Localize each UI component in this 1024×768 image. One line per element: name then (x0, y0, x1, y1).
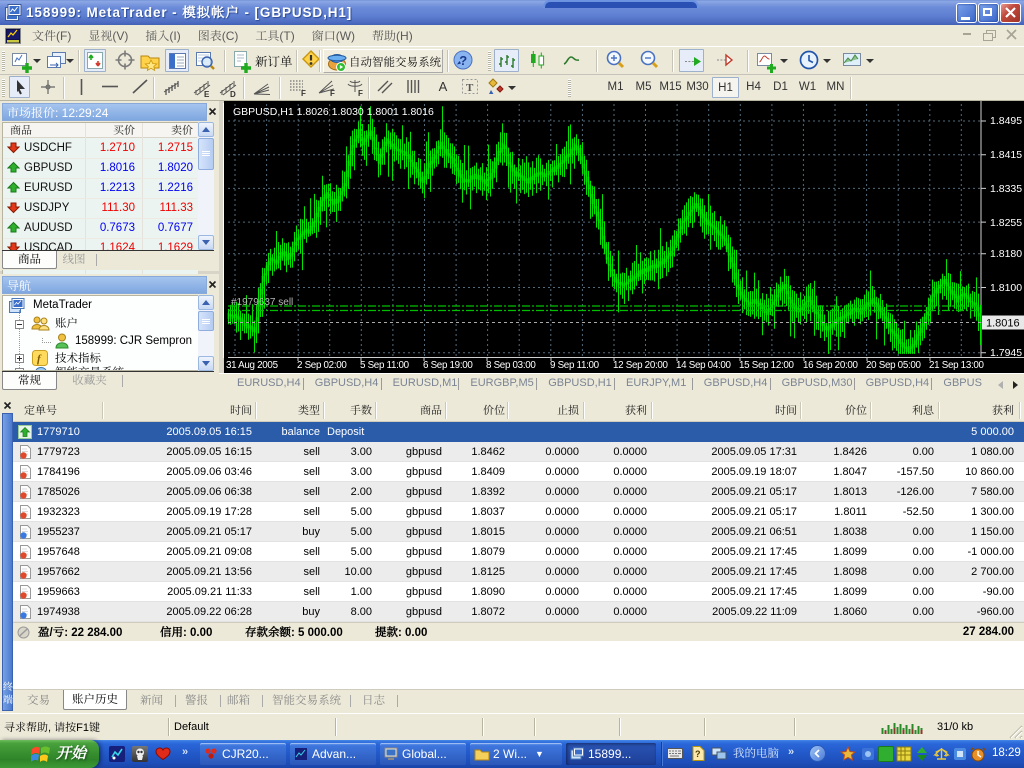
svg-text:GBPUSD,H1 1.8026 1.8030 1.800: GBPUSD,H1 1.8026 1.8030 1.8001 1.8016 (233, 106, 434, 118)
svg-text:?: ? (695, 749, 701, 759)
svg-text:F: F (330, 89, 335, 98)
svg-text:1.8100: 1.8100 (990, 282, 1022, 294)
svg-text:15 Sep 12:00: 15 Sep 12:00 (739, 360, 795, 371)
svg-text:#1979637 sell: #1979637 sell (231, 297, 293, 308)
svg-text:F: F (301, 89, 306, 98)
svg-text:16 Sep 20:00: 16 Sep 20:00 (803, 360, 859, 371)
svg-text:D: D (230, 90, 236, 99)
svg-text:1.8180: 1.8180 (990, 248, 1022, 260)
svg-text:12 Sep 20:00: 12 Sep 20:00 (613, 360, 669, 371)
svg-text:21 Sep 13:00: 21 Sep 13:00 (929, 360, 985, 371)
svg-text:1.8255: 1.8255 (990, 217, 1022, 229)
svg-text:1.8016: 1.8016 (986, 318, 1020, 330)
svg-text:E: E (204, 90, 210, 99)
svg-text:1.8495: 1.8495 (990, 115, 1022, 127)
svg-text:8 Sep 03:00: 8 Sep 03:00 (486, 360, 536, 371)
svg-text:1.8415: 1.8415 (990, 149, 1022, 161)
svg-text:1.8335: 1.8335 (990, 183, 1022, 195)
svg-text:9 Sep 11:00: 9 Sep 11:00 (550, 360, 600, 371)
svg-text:F: F (358, 89, 363, 98)
svg-text:5 Sep 11:00: 5 Sep 11:00 (360, 360, 410, 371)
svg-text:T: T (466, 82, 474, 94)
svg-text:6 Sep 19:00: 6 Sep 19:00 (423, 360, 473, 371)
svg-text:20 Sep 05:00: 20 Sep 05:00 (866, 360, 922, 371)
svg-text:2 Sep 02:00: 2 Sep 02:00 (297, 360, 347, 371)
svg-text:1.7945: 1.7945 (990, 347, 1022, 359)
svg-text:?: ? (459, 53, 467, 68)
svg-text:14 Sep 04:00: 14 Sep 04:00 (676, 360, 732, 371)
svg-text:31 Aug 2005: 31 Aug 2005 (226, 360, 279, 371)
